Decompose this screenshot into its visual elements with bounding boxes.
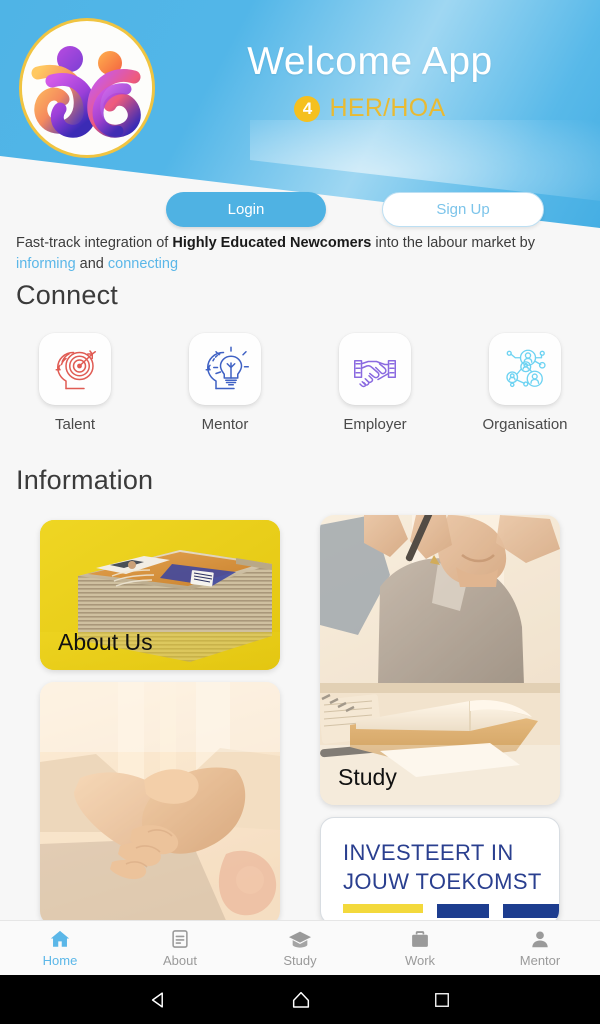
employer-tile[interactable]: [339, 333, 411, 405]
tab-mentor[interactable]: Mentor: [480, 921, 600, 975]
connect-item-employer[interactable]: Employer: [300, 333, 450, 433]
tab-work-label: Work: [404, 953, 436, 968]
info-card-eu-subsidy[interactable]: INVESTEERT IN JOUW TOEKOMST: [320, 817, 560, 925]
tab-home[interactable]: Home: [0, 921, 120, 975]
handshake-icon: [354, 360, 396, 388]
eu-blue-logo-2: [503, 904, 559, 918]
mentor-label: Mentor: [201, 416, 249, 433]
tagline-part3: and: [75, 256, 108, 272]
information-cards: About Us Study INVESTEERT IN JOUW TOEKOM…: [0, 515, 600, 925]
connect-section-heading: Connect: [16, 280, 118, 310]
android-system-nav: [0, 975, 600, 1024]
login-button[interactable]: Login: [166, 192, 326, 227]
eu-blue-logo-1: [437, 904, 489, 918]
network-people-icon: [506, 349, 546, 388]
app-root: Welcome App 4 HER/HOA Login Sign Up Fast…: [0, 0, 600, 975]
information-section-heading: Information: [16, 465, 154, 495]
eu-card-logos: [343, 904, 559, 918]
person-writing-photo: [320, 515, 560, 805]
eu-yellow-bar: [343, 904, 423, 913]
mentor-tile[interactable]: [189, 333, 261, 405]
organisation-tile[interactable]: [489, 333, 561, 405]
about-us-card-label: About Us: [58, 629, 153, 655]
document-icon: [172, 930, 188, 948]
person-icon: [532, 931, 548, 948]
talent-label: Talent: [54, 416, 96, 433]
study-card-label: Study: [338, 764, 397, 790]
eu-card-line2: JOUW TOEKOMST: [343, 869, 542, 894]
info-card-network[interactable]: [40, 682, 280, 925]
tagline: Fast-track integration of Highly Educate…: [16, 233, 586, 275]
head-lightbulb-icon: [205, 346, 249, 390]
talent-tile[interactable]: [39, 333, 111, 405]
connect-item-talent[interactable]: Talent: [0, 333, 150, 433]
back-icon[interactable]: [148, 989, 170, 1011]
tagline-bold: Highly Educated Newcomers: [172, 235, 372, 251]
connect-item-mentor[interactable]: Mentor: [150, 333, 300, 433]
tagline-part1: Fast-track integration of: [16, 235, 173, 251]
employer-label: Employer: [343, 416, 407, 433]
signup-button[interactable]: Sign Up: [382, 192, 544, 227]
home-icon[interactable]: [290, 989, 312, 1011]
connect-item-organisation[interactable]: Organisation: [450, 333, 600, 433]
handshake-photo: [40, 682, 280, 925]
tab-study-label: Study: [283, 953, 317, 968]
connect-grid: Talent Mentor Employer Organisation: [0, 333, 600, 433]
tagline-link-informing[interactable]: informing: [16, 256, 76, 272]
recents-icon[interactable]: [432, 990, 452, 1010]
info-card-about-us[interactable]: About Us: [40, 520, 280, 670]
tab-work[interactable]: Work: [360, 921, 480, 975]
info-card-study[interactable]: Study: [320, 515, 560, 805]
welcome-app-logo: [22, 21, 152, 155]
briefcase-icon: [412, 931, 428, 947]
eu-card-text: INVESTEERT IN JOUW TOEKOMST: [343, 838, 542, 896]
tagline-link-connecting[interactable]: connecting: [108, 256, 178, 272]
tab-home-label: Home: [42, 953, 78, 968]
bottom-tab-bar: Home About Study Work Mentor: [0, 920, 600, 975]
graduation-cap-icon: [289, 931, 311, 948]
tab-about[interactable]: About: [120, 921, 240, 975]
tab-mentor-label: Mentor: [519, 953, 561, 968]
tab-study[interactable]: Study: [240, 921, 360, 975]
auth-buttons: Login Sign Up: [0, 192, 600, 228]
subtitle-text: HER/HOA: [329, 94, 446, 122]
eu-card-line1: INVESTEERT IN: [343, 840, 514, 865]
app-title: Welcome App: [247, 40, 493, 83]
tab-about-label: About: [163, 953, 197, 968]
head-target-icon: [55, 350, 96, 390]
app-subtitle: 4 HER/HOA: [160, 94, 580, 123]
home-icon: [50, 930, 70, 947]
organisation-label: Organisation: [482, 416, 568, 433]
subtitle-badge-number: 4: [294, 95, 321, 122]
tagline-part2: into the labour market by: [371, 235, 535, 251]
